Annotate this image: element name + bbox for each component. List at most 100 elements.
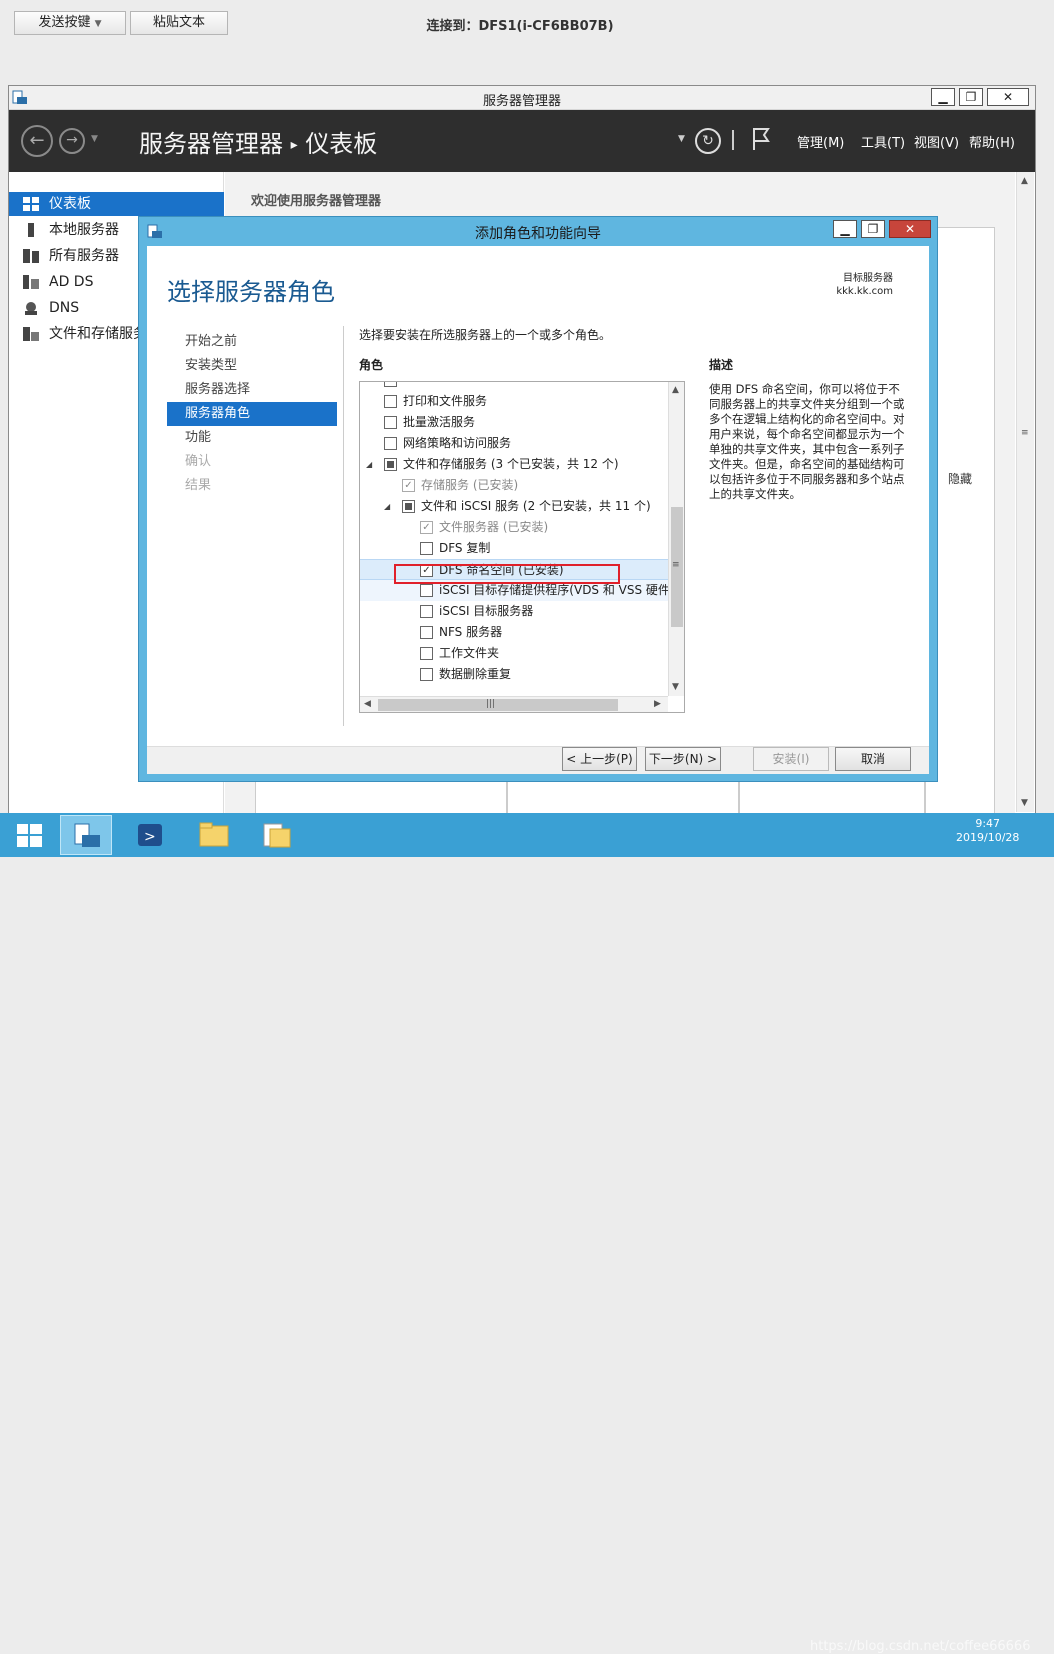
clock-time: 9:47	[975, 817, 1001, 830]
storage-icon	[23, 327, 39, 341]
dropdown-arrow-icon[interactable]: ▼	[678, 134, 685, 144]
role-checkbox: ✓	[402, 479, 415, 492]
server-manager-icon	[74, 823, 100, 847]
step-server-selection[interactable]: 服务器选择	[167, 378, 337, 402]
step-confirmation: 确认	[185, 454, 212, 469]
windows-start-icon[interactable]	[17, 824, 43, 848]
notifications-flag-icon[interactable]	[751, 126, 773, 152]
scroll-left-icon[interactable]: ◀	[364, 699, 371, 709]
maximize-button[interactable]: ❐	[959, 88, 983, 106]
role-checkbox[interactable]	[420, 605, 433, 618]
role-checkbox: ✓	[420, 521, 433, 534]
role-row[interactable]: DFS 复制	[360, 538, 668, 559]
scroll-up-icon[interactable]: ▲	[1021, 176, 1028, 186]
breadcrumb-root[interactable]: 服务器管理器	[139, 130, 283, 158]
scroll-grip-icon[interactable]: ≡	[1021, 428, 1029, 438]
role-row[interactable]: 网络策略和访问服务	[360, 433, 668, 454]
instruction-text: 选择要安装在所选服务器上的一个或多个角色。	[359, 328, 612, 342]
scroll-up-icon[interactable]: ▲	[672, 385, 679, 395]
role-row[interactable]: 工作文件夹	[360, 643, 668, 664]
main-scrollbar[interactable]: ▲ ≡ ▼	[1016, 172, 1034, 812]
dashboard-icon	[23, 197, 39, 211]
expand-collapse-icon[interactable]: ◢	[384, 496, 390, 517]
taskbar-file-explorer[interactable]	[188, 815, 240, 855]
role-checkbox[interactable]	[402, 500, 415, 513]
sidebar-item-label: 仪表板	[49, 196, 91, 212]
next-button[interactable]: 下一步(N) >	[645, 747, 721, 771]
add-roles-wizard: 添加角色和功能向导 ▁ ❐ ✕ 选择服务器角色 目标服务器 kkk.kk.com…	[138, 216, 938, 782]
page-title: 选择服务器角色	[167, 278, 335, 306]
rdp-toolbar: 发送按键 ▼ 粘贴文本 连接到：DFS1(i-CF6BB07B)	[0, 0, 1054, 46]
role-checkbox[interactable]	[420, 647, 433, 660]
menu-tools[interactable]: 工具(T)	[861, 132, 905, 151]
adds-icon	[23, 275, 39, 289]
watermark: https://blog.csdn.net/coffee66666	[810, 1639, 1031, 1654]
step-features[interactable]: 功能	[167, 426, 337, 450]
svg-text:>: >	[144, 829, 156, 845]
forward-arrow-icon[interactable]: →	[59, 128, 85, 154]
role-label: 数据删除重复	[439, 667, 512, 681]
folder-icon	[199, 822, 229, 847]
role-row[interactable]: 批量激活服务	[360, 412, 668, 433]
wizard-titlebar[interactable]: 添加角色和功能向导 ▁ ❐ ✕	[139, 217, 937, 245]
role-row[interactable]: ✓ 文件服务器 (已安装)	[360, 517, 668, 538]
role-checkbox[interactable]	[420, 584, 433, 597]
wizard-maximize-button[interactable]: ❐	[861, 220, 885, 238]
previous-button[interactable]: < 上一步(P)	[562, 747, 637, 771]
roles-horizontal-scrollbar[interactable]: ◀ ||| ▶	[360, 696, 668, 712]
powershell-icon: >	[138, 824, 162, 846]
menu-manage[interactable]: 管理(M)	[797, 132, 844, 151]
welcome-heading: 欢迎使用服务器管理器	[251, 194, 382, 209]
scroll-down-icon[interactable]: ▼	[1021, 798, 1028, 808]
scroll-grip-icon: ≡	[672, 560, 680, 570]
scroll-thumb[interactable]	[378, 699, 618, 711]
back-arrow-icon[interactable]: ←	[21, 125, 53, 157]
scroll-right-icon[interactable]: ▶	[654, 699, 661, 709]
step-server-roles[interactable]: 服务器角色	[167, 402, 337, 426]
wizard-minimize-button[interactable]: ▁	[833, 220, 857, 238]
step-before-you-begin[interactable]: 开始之前	[167, 330, 337, 354]
menu-help[interactable]: 帮助(H)	[969, 132, 1015, 151]
menu-view[interactable]: 视图(V)	[914, 132, 959, 151]
clock[interactable]: 9:47 2019/10/28	[956, 817, 1019, 845]
scroll-down-icon[interactable]: ▼	[672, 682, 679, 692]
role-row[interactable]: ◢ 文件和 iSCSI 服务 (2 个已安装，共 11 个)	[360, 496, 668, 517]
taskbar-files[interactable]	[250, 815, 302, 855]
role-checkbox[interactable]	[420, 668, 433, 681]
role-row[interactable]: ✓ 存储服务 (已安装)	[360, 475, 668, 496]
install-button: 安装(I)	[753, 747, 829, 771]
taskbar-powershell[interactable]: >	[124, 815, 176, 855]
description-text: 使用 DFS 命名空间，你可以将位于不同服务器上的共享文件夹分组到一个或多个在逻…	[709, 382, 905, 501]
role-checkbox[interactable]	[384, 437, 397, 450]
steps-divider	[343, 326, 344, 726]
role-row[interactable]: 数据删除重复	[360, 664, 668, 685]
step-installation-type[interactable]: 安装类型	[167, 354, 337, 378]
role-checkbox[interactable]	[420, 542, 433, 555]
scroll-grip-icon: |||	[486, 699, 496, 709]
role-checkbox[interactable]	[384, 395, 397, 408]
refresh-icon[interactable]: ↻	[695, 128, 721, 154]
role-checkbox[interactable]	[384, 458, 397, 471]
close-button[interactable]: ✕	[987, 88, 1029, 106]
sidebar-item-dashboard[interactable]: 仪表板	[9, 192, 224, 216]
role-row[interactable]: iSCSI 目标服务器	[360, 601, 668, 622]
window-titlebar[interactable]: 服务器管理器 ▁ ❐ ✕	[9, 86, 1035, 110]
role-row[interactable]: ◢ 文件和存储服务 (3 个已安装，共 12 个)	[360, 454, 668, 475]
role-checkbox[interactable]	[384, 416, 397, 429]
minimize-button[interactable]: ▁	[931, 88, 955, 106]
roles-vertical-scrollbar[interactable]: ▲ ≡ ▼	[668, 382, 684, 696]
hide-link[interactable]: 隐藏	[948, 470, 972, 487]
role-row[interactable]: NFS 服务器	[360, 622, 668, 643]
history-dropdown-icon[interactable]: ▼	[91, 134, 98, 144]
sidebar-item-label: 文件和存储服务	[49, 326, 147, 342]
role-row[interactable]: 打印和文件服务	[360, 391, 668, 412]
role-checkbox[interactable]	[420, 626, 433, 639]
taskbar-server-manager[interactable]	[60, 815, 112, 855]
sidebar-item-label: AD DS	[49, 274, 94, 290]
cancel-button[interactable]: 取消	[835, 747, 911, 771]
expand-collapse-icon[interactable]: ◢	[366, 454, 372, 475]
window-title: 服务器管理器	[482, 94, 561, 109]
roles-list: 打印和文件服务 批量激活服务 网络策略和访问服务 ◢ 文件和存储服务 (3 个已安装，共…	[359, 381, 685, 713]
wizard-close-button[interactable]: ✕	[889, 220, 931, 238]
target-server: 目标服务器 kkk.kk.com	[836, 272, 893, 298]
